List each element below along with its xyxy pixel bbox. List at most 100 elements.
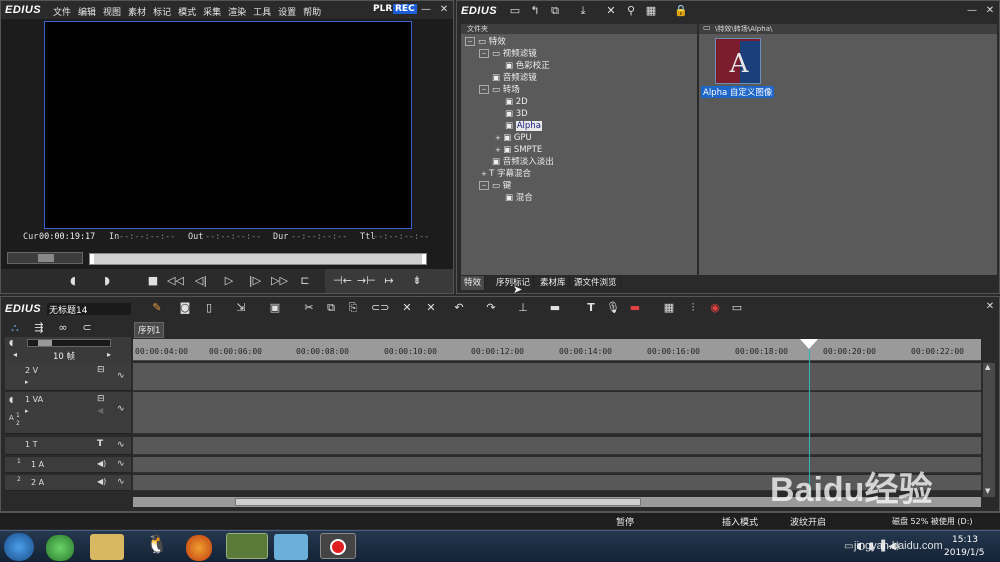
close-icon[interactable]: ✕	[983, 301, 997, 313]
alpha-custom-image-label[interactable]: Alpha 自定义图像	[701, 86, 775, 98]
link-icon[interactable]: ∞	[55, 321, 71, 335]
start-button[interactable]	[4, 533, 34, 561]
multicam-icon[interactable]: ▦	[661, 301, 677, 315]
tree-item-keys[interactable]: − ▭ 键	[479, 181, 511, 192]
group-icon[interactable]: ⊂	[79, 321, 95, 335]
replace-clip-icon[interactable]: ⊂⊃	[371, 301, 389, 315]
zoom-left-icon[interactable]: ◂	[13, 350, 17, 359]
new-sequence-icon[interactable]: ✎	[149, 301, 165, 315]
speaker-icon[interactable]: ◀)	[97, 459, 106, 468]
copy-icon[interactable]: ⧉	[323, 301, 339, 315]
zoom-thumb[interactable]	[38, 340, 52, 346]
lock-icon[interactable]: 🔒	[673, 4, 689, 18]
search-icon[interactable]: ⚲	[623, 4, 639, 18]
tree-item-smpte[interactable]: + ▣ SMPTE	[495, 145, 542, 156]
tree-item-effects[interactable]: − ▭ 特效	[465, 37, 506, 48]
loop-icon[interactable]: ⊏	[297, 274, 313, 288]
track-header-2v[interactable]: 2 V ▸ ⊟ ∿	[5, 363, 131, 391]
tree-item-video-filters[interactable]: − ▭ 视频滤镜	[479, 49, 537, 60]
rec-button[interactable]: REC	[393, 4, 417, 14]
cut-icon[interactable]: ✂	[301, 301, 317, 315]
mark-in-icon[interactable]: ◖	[65, 274, 81, 288]
menu-edit[interactable]: 编辑	[78, 5, 96, 18]
delete-icon[interactable]: ✕	[603, 4, 619, 18]
stop-icon[interactable]: ■	[145, 274, 161, 288]
scrub-bar[interactable]	[89, 253, 427, 265]
collapse-icon[interactable]: −	[465, 37, 475, 46]
close-icon[interactable]: ✕	[437, 4, 451, 16]
play-icon[interactable]: ▷	[221, 274, 237, 288]
tree-item-color-correction[interactable]: ▣ 色彩校正	[505, 61, 550, 72]
audio-channel-1[interactable]: 1	[16, 412, 20, 419]
menu-marker[interactable]: 标记	[153, 5, 171, 18]
view-icon[interactable]: ⧉	[547, 4, 563, 18]
scrollbar-thumb[interactable]	[235, 498, 641, 506]
tree-item-audio-fade[interactable]: ▣ 音频淡入淡出	[492, 157, 554, 168]
menu-capture[interactable]: 采集	[203, 5, 221, 18]
track-mode-icon[interactable]: ⛬	[7, 321, 23, 335]
menu-clip[interactable]: 素材	[128, 5, 146, 18]
tree-item-gpu[interactable]: + ▣ GPU	[495, 133, 532, 144]
clock-date[interactable]: 2019/1/5	[944, 548, 984, 558]
minimize-icon[interactable]: —	[965, 5, 979, 17]
track-header-1t[interactable]: 1 T T ∿	[5, 437, 131, 455]
taskbar-edius-icon[interactable]	[226, 533, 268, 559]
collapse-icon[interactable]: −	[479, 181, 489, 190]
overwrite-icon[interactable]: →⊢	[357, 274, 376, 288]
move-icon[interactable]: ⤓	[575, 4, 591, 18]
menu-settings[interactable]: 设置	[278, 5, 296, 18]
tab-bin[interactable]: 素材库	[537, 276, 570, 290]
audio-channel-2[interactable]: 2	[16, 420, 20, 427]
speaker-icon[interactable]: ◀)	[97, 477, 106, 486]
waveform-icon[interactable]: ∿	[117, 459, 125, 469]
scroll-up-icon[interactable]: ▲	[985, 363, 990, 371]
plr-button[interactable]: PLR	[373, 4, 392, 14]
taskbar-qq-icon[interactable]: 🐧	[140, 534, 174, 560]
camera-icon[interactable]: ◙	[177, 301, 193, 315]
waveform-icon[interactable]: ∿	[117, 477, 125, 487]
taskbar-app-icon[interactable]	[46, 535, 74, 561]
tree-item-transitions[interactable]: − ▭ 转场	[479, 85, 520, 96]
redo-icon[interactable]: ↷	[483, 301, 499, 315]
tree-item-alpha[interactable]: ▣ Alpha	[505, 121, 542, 132]
output-icon[interactable]: ⇟	[409, 274, 425, 288]
insert-icon[interactable]: ⊣←	[333, 274, 352, 288]
tree-item-audio-filters[interactable]: ▣ 音频滤镜	[492, 73, 537, 84]
add-edit-icon[interactable]: ⊥	[515, 301, 531, 315]
menu-mode[interactable]: 模式	[178, 5, 196, 18]
save-icon[interactable]: ▣	[267, 301, 283, 315]
collapse-icon[interactable]: −	[479, 49, 489, 58]
minimize-icon[interactable]: —	[419, 4, 433, 16]
audio-channel-2[interactable]: 2	[17, 476, 21, 483]
taskbar-notes-icon[interactable]	[274, 534, 308, 560]
collapse-icon[interactable]: −	[479, 85, 489, 94]
new-file-icon[interactable]: ▯	[201, 301, 217, 315]
zoom-right-icon[interactable]: ▸	[107, 350, 111, 359]
menu-tools[interactable]: 工具	[253, 5, 271, 18]
taskbar-recorder-icon[interactable]	[320, 533, 356, 559]
tree-item-3d[interactable]: ▣ 3D	[505, 109, 528, 120]
sequence-tab[interactable]: 序列1	[134, 322, 165, 338]
microphone-icon[interactable]: 🎙	[605, 301, 621, 315]
tab-effects[interactable]: 特效	[461, 276, 486, 290]
clock-time[interactable]: 15:13	[952, 535, 978, 545]
zoom-slider[interactable]	[27, 339, 111, 347]
waveform-icon[interactable]: ∿	[117, 440, 125, 450]
menu-help[interactable]: 帮助	[303, 5, 321, 18]
render-icon[interactable]: ▬	[627, 301, 643, 315]
playhead-marker-icon[interactable]	[800, 339, 818, 349]
expand-icon[interactable]: +	[495, 134, 503, 142]
menu-view[interactable]: 视图	[103, 5, 121, 18]
lock-toggle-icon[interactable]: ◖	[9, 395, 13, 404]
menu-file[interactable]: 文件	[53, 5, 71, 18]
close-icon[interactable]: ✕	[983, 5, 997, 17]
status-insert-mode[interactable]: 插入模式	[722, 515, 758, 528]
track-lane-1va[interactable]	[133, 392, 981, 434]
tree-item-2d[interactable]: ▣ 2D	[505, 97, 528, 108]
expand-icon[interactable]: ▸	[25, 407, 29, 415]
menu-render[interactable]: 渲染	[228, 5, 246, 18]
slider-thumb[interactable]	[38, 254, 54, 262]
expand-icon[interactable]: ▸	[25, 378, 29, 386]
track-lane-1t[interactable]	[133, 437, 981, 455]
undo-icon[interactable]: ↶	[451, 301, 467, 315]
